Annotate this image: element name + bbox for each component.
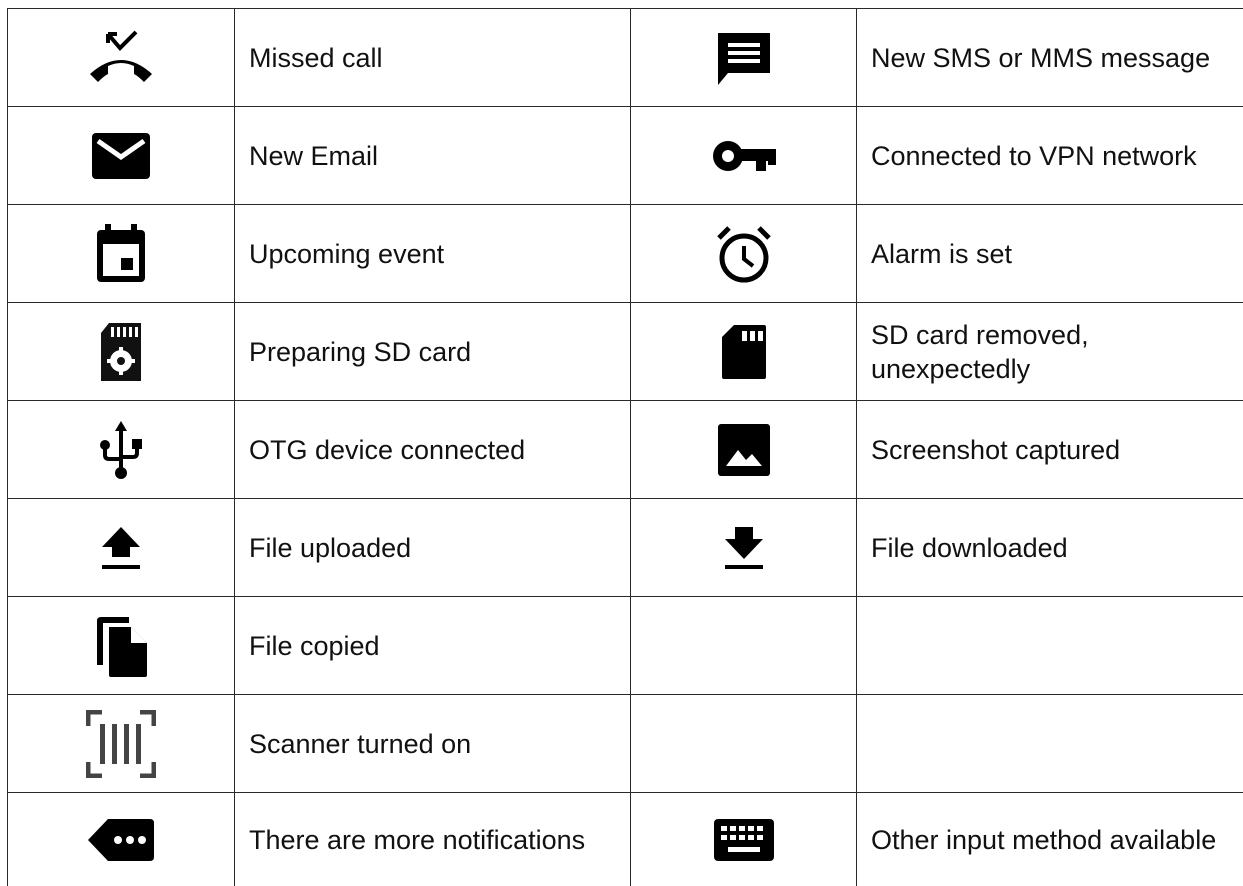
label-cell: File copied xyxy=(234,597,630,694)
notification-label: Upcoming event xyxy=(249,238,445,269)
email-icon xyxy=(92,132,150,179)
label-cell: Missed call xyxy=(234,9,630,106)
empty-cell xyxy=(630,597,856,694)
notification-label: Preparing SD card xyxy=(249,336,472,367)
icon-cell xyxy=(7,597,234,694)
label-cell: There are more notifications xyxy=(234,793,630,886)
label-cell: New SMS or MMS message xyxy=(856,9,1243,106)
icon-cell xyxy=(7,401,234,498)
vpn-key-icon xyxy=(712,140,776,171)
more-notifications-icon xyxy=(88,818,154,861)
notification-label: Alarm is set xyxy=(871,238,1013,269)
notification-label: SD card removed, unexpectedly xyxy=(871,319,1089,384)
notification-label: File uploaded xyxy=(249,532,412,563)
keyboard-icon xyxy=(713,818,774,861)
icon-cell xyxy=(630,107,856,204)
table-row: File uploaded File downloaded xyxy=(7,498,1243,596)
label-cell: File uploaded xyxy=(234,499,630,596)
upload-icon xyxy=(102,526,140,569)
alarm-clock-icon xyxy=(716,225,771,282)
label-cell: Upcoming event xyxy=(234,205,630,302)
notification-label: File copied xyxy=(249,630,380,661)
icon-cell xyxy=(630,499,856,596)
icon-cell xyxy=(630,9,856,106)
notification-label: Other input method available xyxy=(871,824,1217,855)
label-cell: Connected to VPN network xyxy=(856,107,1243,204)
table-row: New Email Connected to VPN network xyxy=(7,106,1243,204)
notification-label: Scanner turned on xyxy=(249,728,472,759)
sms-message-icon xyxy=(717,32,770,85)
barcode-scanner-icon xyxy=(86,709,156,778)
label-cell: OTG device connected xyxy=(234,401,630,498)
empty-cell xyxy=(856,695,1243,792)
sd-card-icon xyxy=(721,324,766,379)
table-row: There are more notifications Other input… xyxy=(7,792,1243,886)
table-row: Missed call New SMS or MMS message xyxy=(7,8,1243,106)
notification-label: OTG device connected xyxy=(249,434,526,465)
image-icon xyxy=(717,423,770,476)
file-copy-icon xyxy=(97,616,147,677)
table-row: Scanner turned on xyxy=(7,694,1243,792)
empty-cell xyxy=(856,597,1243,694)
notification-label: There are more notifications xyxy=(249,824,586,855)
notification-label: Screenshot captured xyxy=(871,434,1121,465)
notification-label: New SMS or MMS message xyxy=(871,42,1211,73)
icon-cell xyxy=(630,401,856,498)
icon-cell xyxy=(7,107,234,204)
label-cell: Scanner turned on xyxy=(234,695,630,792)
label-cell: Other input method available xyxy=(856,793,1243,886)
missed-call-icon xyxy=(90,30,152,82)
icon-cell xyxy=(7,9,234,106)
download-icon xyxy=(724,526,763,569)
notification-label: Missed call xyxy=(249,42,383,73)
label-cell: SD card removed, unexpectedly xyxy=(856,303,1243,400)
icon-cell xyxy=(630,303,856,400)
notification-label: Connected to VPN network xyxy=(871,140,1197,171)
notification-label: File downloaded xyxy=(871,532,1068,563)
label-cell: New Email xyxy=(234,107,630,204)
notification-icons-table: Missed call New SMS or MMS message New E… xyxy=(7,8,1243,886)
table-row: File copied xyxy=(7,596,1243,694)
icon-cell xyxy=(7,499,234,596)
sd-card-settings-icon xyxy=(101,322,141,381)
icon-cell xyxy=(630,205,856,302)
usb-icon xyxy=(100,420,142,479)
icon-cell xyxy=(630,793,856,886)
table-row: OTG device connected Screenshot captured xyxy=(7,400,1243,498)
table-row: Preparing SD card SD card removed, unexp… xyxy=(7,302,1243,400)
icon-cell xyxy=(7,695,234,792)
icon-cell xyxy=(7,205,234,302)
icon-cell xyxy=(7,303,234,400)
calendar-event-icon xyxy=(97,223,145,282)
label-cell: Preparing SD card xyxy=(234,303,630,400)
empty-cell xyxy=(630,695,856,792)
label-cell: Screenshot captured xyxy=(856,401,1243,498)
table-row: Upcoming event Alarm is set xyxy=(7,204,1243,302)
label-cell: Alarm is set xyxy=(856,205,1243,302)
notification-label: New Email xyxy=(249,140,379,171)
icon-cell xyxy=(7,793,234,886)
label-cell: File downloaded xyxy=(856,499,1243,596)
